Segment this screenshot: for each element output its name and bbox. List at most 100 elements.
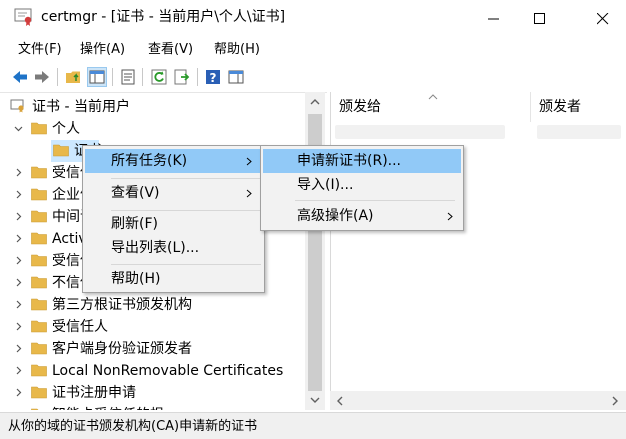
chevron-right-icon[interactable] [14, 212, 23, 221]
folder-icon [31, 364, 47, 377]
tree-item-label: 客户端身份验证颁发者 [52, 341, 192, 357]
menu-item-help[interactable]: 帮助(H) [85, 267, 262, 291]
column-issued-to-label: 颁发给 [339, 99, 381, 115]
column-issued-by[interactable]: 颁发者 [531, 92, 626, 122]
menu-file[interactable]: 文件(F) [18, 41, 62, 59]
folder-icon [31, 320, 47, 333]
title-bar: certmgr - [证书 - 当前用户\个人\证书] [0, 0, 626, 36]
folder-icon [53, 144, 69, 157]
menu-item-help-label: 帮助(H) [111, 271, 161, 287]
menu-item-refresh-label: 刷新(F) [111, 216, 158, 232]
folder-icon [31, 342, 47, 355]
tree-item[interactable]: 客户端身份验证颁发者 [0, 338, 305, 360]
scroll-up-icon[interactable] [310, 98, 320, 106]
tree-item[interactable]: 个人 [0, 118, 305, 140]
menu-item-advanced-operations-label: 高级操作(A) [297, 208, 374, 224]
chevron-right-icon[interactable] [14, 278, 23, 287]
menu-item-view-label: 查看(V) [111, 185, 160, 201]
certmgr-app-icon [14, 8, 32, 26]
show-tree-icon [89, 70, 105, 84]
maximize-icon [534, 13, 545, 24]
certificate-store-icon [10, 99, 24, 113]
folder-icon [31, 122, 47, 135]
menu-item-import[interactable]: 导入(I)... [263, 173, 461, 197]
tree-item[interactable]: Local NonRemovable Certificates [0, 360, 305, 382]
chevron-right-icon[interactable] [14, 234, 23, 243]
tree-item-label: 证书注册申请 [52, 385, 136, 401]
menu-item-request-new-certificate-label: 申请新证书(R)... [297, 153, 402, 169]
up-folder-icon[interactable] [65, 68, 83, 86]
toolbar: ? [0, 64, 626, 90]
tree-item-label: 个人 [52, 121, 80, 137]
menu-item-request-new-certificate[interactable]: 申请新证书(R)... [263, 149, 461, 173]
menu-bar: 文件(F) 操作(A) 查看(V) 帮助(H) [0, 38, 626, 62]
list-item-issuer [537, 125, 621, 139]
folder-icon [31, 386, 47, 399]
tree-item[interactable]: 证书注册申请 [0, 382, 305, 404]
submenu-arrow-icon [447, 212, 453, 221]
tree-root-label: 证书 - 当前用户 [32, 99, 130, 115]
tree-item-label: 智能卡受信任的根 [52, 406, 164, 410]
sort-ascending-icon [428, 94, 438, 100]
folder-icon [31, 276, 47, 289]
chevron-right-icon[interactable] [14, 344, 23, 353]
folder-icon [31, 232, 47, 245]
scroll-left-icon[interactable] [336, 396, 344, 406]
menu-item-all-tasks-label: 所有任务(K) [111, 153, 188, 169]
scroll-right-icon[interactable] [611, 396, 619, 406]
minimize-icon [488, 18, 499, 20]
refresh-icon[interactable] [150, 68, 168, 86]
scroll-down-icon[interactable] [310, 396, 320, 404]
certificate-list-pane: 颁发给 颁发者 [330, 92, 626, 410]
menu-item-refresh[interactable]: 刷新(F) [85, 212, 262, 236]
tree-vertical-scrollbar[interactable] [305, 92, 325, 410]
forward-arrow-icon[interactable] [33, 68, 51, 86]
folder-icon [31, 298, 47, 311]
menu-item-import-label: 导入(I)... [297, 177, 354, 193]
tree-item[interactable]: 智能卡受信任的根 [0, 404, 305, 410]
chevron-right-icon[interactable] [14, 366, 23, 375]
certmgr-window: certmgr - [证书 - 当前用户\个人\证书] 文件(F) 操作(A) … [0, 0, 626, 439]
window-title: certmgr - [证书 - 当前用户\个人\证书] [41, 9, 286, 25]
tree-item[interactable]: 受信任人 [0, 316, 305, 338]
folder-icon [31, 408, 39, 410]
chevron-right-icon[interactable] [14, 300, 23, 309]
chevron-down-icon[interactable] [14, 124, 23, 133]
show-action-pane-icon[interactable] [227, 68, 245, 86]
show-tree-button[interactable] [87, 67, 107, 87]
close-button[interactable] [580, 0, 626, 36]
tree-item-label: Local NonRemovable Certificates [52, 363, 284, 379]
export-icon[interactable] [173, 68, 191, 86]
chevron-right-icon[interactable] [14, 256, 23, 265]
close-icon [597, 13, 609, 25]
minimize-button[interactable] [471, 0, 517, 36]
menu-view[interactable]: 查看(V) [148, 41, 193, 59]
menu-item-advanced-operations[interactable]: 高级操作(A) [263, 204, 461, 228]
tree-root[interactable]: 证书 - 当前用户 [0, 96, 305, 118]
folder-icon [31, 166, 47, 179]
menu-item-export-list[interactable]: 导出列表(L)... [85, 236, 262, 260]
menu-item-export-list-label: 导出列表(L)... [111, 240, 200, 256]
svg-text:?: ? [210, 71, 217, 85]
tree-item[interactable]: 第三方根证书颁发机构 [0, 294, 305, 316]
chevron-right-icon[interactable] [14, 322, 23, 331]
status-text: 从你的域的证书颁发机构(CA)申请新的证书 [8, 419, 258, 434]
list-item[interactable] [335, 125, 505, 139]
chevron-right-icon[interactable] [14, 388, 23, 397]
menu-item-all-tasks[interactable]: 所有任务(K) [85, 149, 262, 173]
status-bar: 从你的域的证书颁发机构(CA)申请新的证书 [0, 412, 626, 439]
back-arrow-icon[interactable] [11, 68, 29, 86]
column-issued-by-label: 颁发者 [539, 99, 581, 115]
help-icon[interactable]: ? [204, 68, 222, 86]
menu-action[interactable]: 操作(A) [80, 41, 125, 59]
menu-help[interactable]: 帮助(H) [214, 41, 260, 59]
properties-icon[interactable] [119, 68, 137, 86]
chevron-right-icon[interactable] [14, 168, 23, 177]
submenu-arrow-icon [246, 157, 252, 166]
maximize-button[interactable] [517, 0, 563, 36]
chevron-right-icon[interactable] [14, 190, 23, 199]
menu-item-view[interactable]: 查看(V) [85, 181, 262, 205]
tree-item-label: 受信任人 [52, 319, 108, 335]
tree-item-label: 第三方根证书颁发机构 [52, 297, 192, 313]
list-horizontal-scrollbar[interactable] [330, 391, 626, 410]
